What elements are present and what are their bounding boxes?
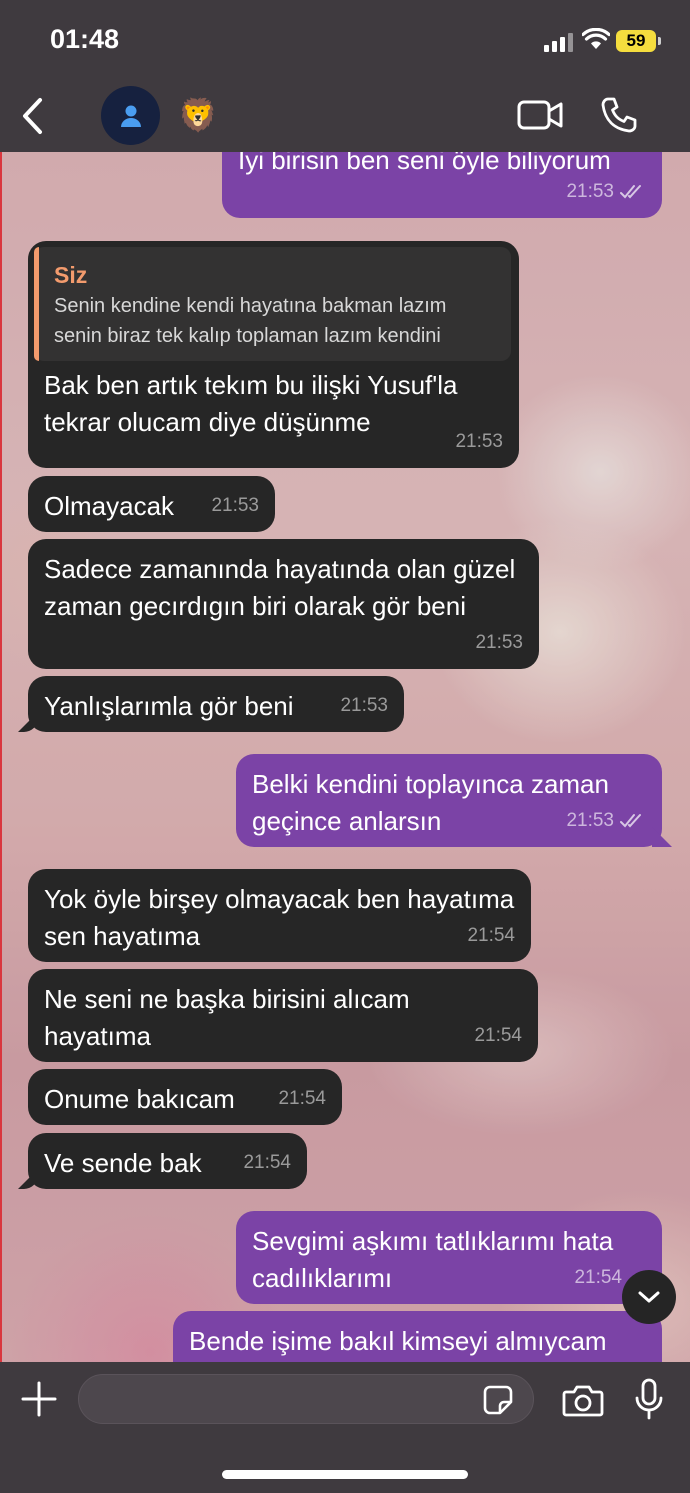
message-time: 21:53: [566, 181, 614, 202]
plus-icon[interactable]: [20, 1380, 58, 1418]
message-time: 21:53: [455, 431, 503, 452]
cellular-signal-icon: [544, 32, 574, 52]
message-bubble[interactable]: Siz Senin kendine kendi hayatına bakman …: [28, 241, 519, 468]
message-meta: 21:54: [243, 1144, 291, 1181]
quote-author: Siz: [54, 262, 88, 288]
quoted-reply[interactable]: Siz Senin kendine kendi hayatına bakman …: [34, 247, 511, 361]
microphone-icon[interactable]: [634, 1378, 664, 1420]
message-bubble[interactable]: Sevgimi aşkımı tatlıklarımı hata cadılık…: [236, 1211, 662, 1304]
read-receipt-icon: [620, 184, 641, 198]
contact-avatar[interactable]: [101, 86, 160, 145]
message-bubble[interactable]: Onume bakıcam 21:54: [28, 1069, 342, 1125]
wifi-icon: [582, 28, 610, 49]
scroll-to-bottom-button[interactable]: [622, 1270, 676, 1324]
message-time: 21:54: [574, 1267, 622, 1288]
message-input[interactable]: [78, 1374, 534, 1424]
message-time: 21:54: [467, 925, 515, 946]
message-bubble[interactable]: Bende işime bakıl kimseyi almıycam: [173, 1311, 662, 1364]
message-time: 21:54: [474, 1025, 522, 1046]
message-text: Yanlışlarımla gör beni: [44, 691, 294, 721]
message-bubble[interactable]: Yok öyle birşey olmayacak ben hayatıma s…: [28, 869, 531, 962]
message-meta: 21:54: [467, 917, 515, 954]
contact-name[interactable]: 🦁: [178, 96, 218, 134]
bubble-tail: [18, 1169, 38, 1189]
bubble-tail: [18, 712, 38, 732]
battery-tip: [658, 37, 661, 45]
composer-bar: [0, 1362, 690, 1493]
home-indicator: [222, 1470, 468, 1479]
message-time: 21:53: [566, 810, 614, 831]
message-text: Ne seni ne başka birisini alıcam hayatım…: [44, 984, 410, 1051]
message-time: 21:54: [278, 1088, 326, 1109]
message-bubble[interactable]: Ne seni ne başka birisini alıcam hayatım…: [28, 969, 538, 1062]
message-list[interactable]: Iyi birisin ben seni öyle biliyorum 21:5…: [0, 152, 690, 1364]
message-meta: 21:53: [566, 802, 646, 839]
message-bubble[interactable]: Sadece zamanında hayatında olan güzel za…: [28, 539, 539, 669]
contact-avatar-icon: [120, 105, 141, 127]
back-icon[interactable]: [18, 96, 48, 136]
battery-indicator: 59: [616, 30, 656, 52]
message-meta: 21:54: [474, 1017, 522, 1054]
message-text: Bende işime bakıl kimseyi almıycam: [189, 1326, 607, 1356]
message-time: 21:54: [243, 1152, 291, 1173]
message-text: Bak ben artık tekım bu ilişki Yusuf'la t…: [44, 370, 458, 437]
message-bubble[interactable]: Belki kendini toplayınca zaman geçince a…: [236, 754, 672, 847]
message-meta: 21:53: [455, 423, 503, 460]
message-meta: 21:53: [475, 624, 523, 661]
message-meta: 21:53: [211, 487, 259, 524]
message-time: 21:53: [211, 495, 259, 516]
quote-text: Senin kendine kendi hayatına bakman lazı…: [54, 295, 447, 347]
message-meta: 21:54: [278, 1080, 326, 1117]
phone-call-icon[interactable]: [600, 96, 638, 134]
bubble-tail: [652, 827, 672, 847]
message-time: 21:53: [475, 632, 523, 653]
message-text: Yok öyle birşey olmayacak ben hayatıma s…: [44, 884, 515, 951]
message-text: Sadece zamanında hayatında olan güzel za…: [44, 554, 516, 621]
status-time: 01:48: [50, 24, 120, 54]
message-time: 21:53: [340, 695, 388, 716]
message-bubble[interactable]: Ve sende bak 21:54: [18, 1133, 307, 1189]
chevron-down-icon: [638, 1291, 660, 1303]
message-bubble[interactable]: Yanlışlarımla gör beni 21:53: [18, 676, 404, 732]
top-bar: 01:48 59 🦁: [0, 0, 690, 152]
message-bubble[interactable]: Olmayacak 21:53: [28, 476, 275, 532]
video-call-icon[interactable]: [516, 98, 564, 132]
message-meta: 21:54: [574, 1259, 622, 1296]
message-meta: 21:53: [340, 687, 388, 724]
camera-icon[interactable]: [562, 1382, 604, 1418]
read-receipt-icon: [620, 813, 641, 827]
sticker-icon[interactable]: [482, 1384, 514, 1416]
message-meta: 21:53: [566, 173, 646, 210]
message-bubble[interactable]: Iyi birisin ben seni öyle biliyorum 21:5…: [222, 152, 662, 218]
